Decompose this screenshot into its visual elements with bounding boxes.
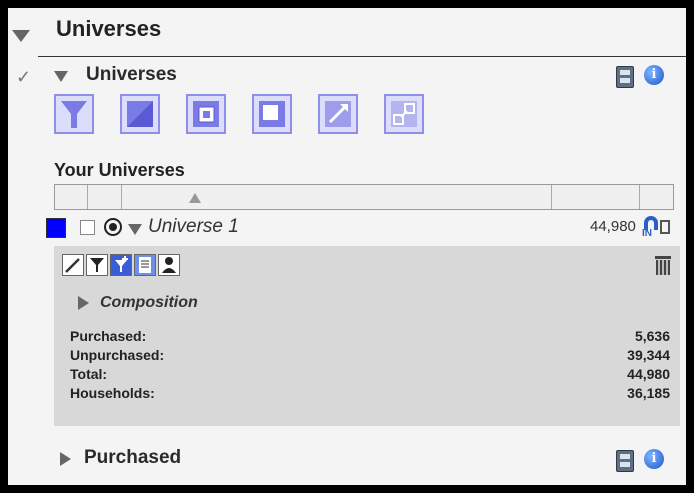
fill-tool-button[interactable] [120,94,160,134]
stat-row: Total: 44,980 [70,366,670,385]
panel-title: Universes [56,16,162,41]
expand-triangle-icon[interactable] [60,452,71,466]
save-icon[interactable] [616,450,634,472]
person-icon[interactable] [158,254,180,276]
universe-checkbox[interactable] [80,220,95,235]
intersect-tool-button[interactable] [186,94,226,134]
purchased-label: Purchased [84,447,182,468]
expand-check-icon: ✓ [16,67,32,87]
stat-label: Households: [70,385,155,401]
info-icon[interactable]: i [644,65,664,85]
report-icon[interactable] [134,254,156,276]
save-icon[interactable] [616,66,634,88]
universe-name[interactable]: Universe 1 [148,215,239,239]
purchased-section-header[interactable]: Purchased i [54,446,684,474]
stat-value: 36,185 [627,385,670,401]
target-icon[interactable] [104,218,122,236]
filter-icon[interactable] [86,254,108,276]
trash-icon[interactable] [654,254,672,276]
sort-ascending-icon[interactable] [189,193,201,203]
your-universes-heading: Your Universes [54,160,185,180]
edit-pencil-icon[interactable] [62,254,84,276]
intersect-icon [193,101,219,127]
link-icon [391,101,417,127]
expand-tool-button[interactable] [318,94,358,134]
section-label: Universes [86,64,177,85]
expand-triangle-icon [78,296,89,310]
stat-label: Unpurchased: [70,347,165,363]
filter-tool-button[interactable] [54,94,94,134]
collapse-triangle-icon[interactable] [54,71,68,82]
universe-details-panel: Composition Purchased: 5,636 Unpurchased… [54,246,680,426]
universes-section-header[interactable]: ✓ Universes i [16,62,676,90]
link-tool-button[interactable] [384,94,424,134]
add-filter-icon[interactable] [110,254,132,276]
stat-value: 5,636 [634,328,670,344]
universe-row[interactable]: Universe 1 44,980 IN [46,214,686,244]
stat-value: 39,344 [627,347,670,363]
collapse-triangle-icon[interactable] [128,224,142,235]
stat-row: Purchased: 5,636 [70,328,670,347]
combine-icon [259,101,285,127]
stat-label: Total: [70,366,108,382]
filter-icon [61,101,87,128]
panel-title-bar: Universes [12,16,686,57]
fill-icon [127,101,153,127]
universe-count: 44,980 [590,218,636,235]
stat-label: Purchased: [70,328,147,344]
stat-row: Households: 36,185 [70,385,670,404]
magnet-icon[interactable]: IN [642,216,672,239]
stat-value: 44,980 [627,366,670,382]
collapse-chevron-icon[interactable] [12,30,30,42]
composition-label: Composition [100,294,198,311]
composition-stats: Purchased: 5,636 Unpurchased: 39,344 Tot… [70,328,670,404]
universes-grid-header [54,184,674,210]
universe-color-swatch[interactable] [46,218,66,238]
universes-window: Universes ✓ Universes i Your Universes U… [8,8,686,485]
combine-tool-button[interactable] [252,94,292,134]
expand-icon [325,101,351,127]
info-icon[interactable]: i [644,449,664,469]
stat-row: Unpurchased: 39,344 [70,347,670,366]
